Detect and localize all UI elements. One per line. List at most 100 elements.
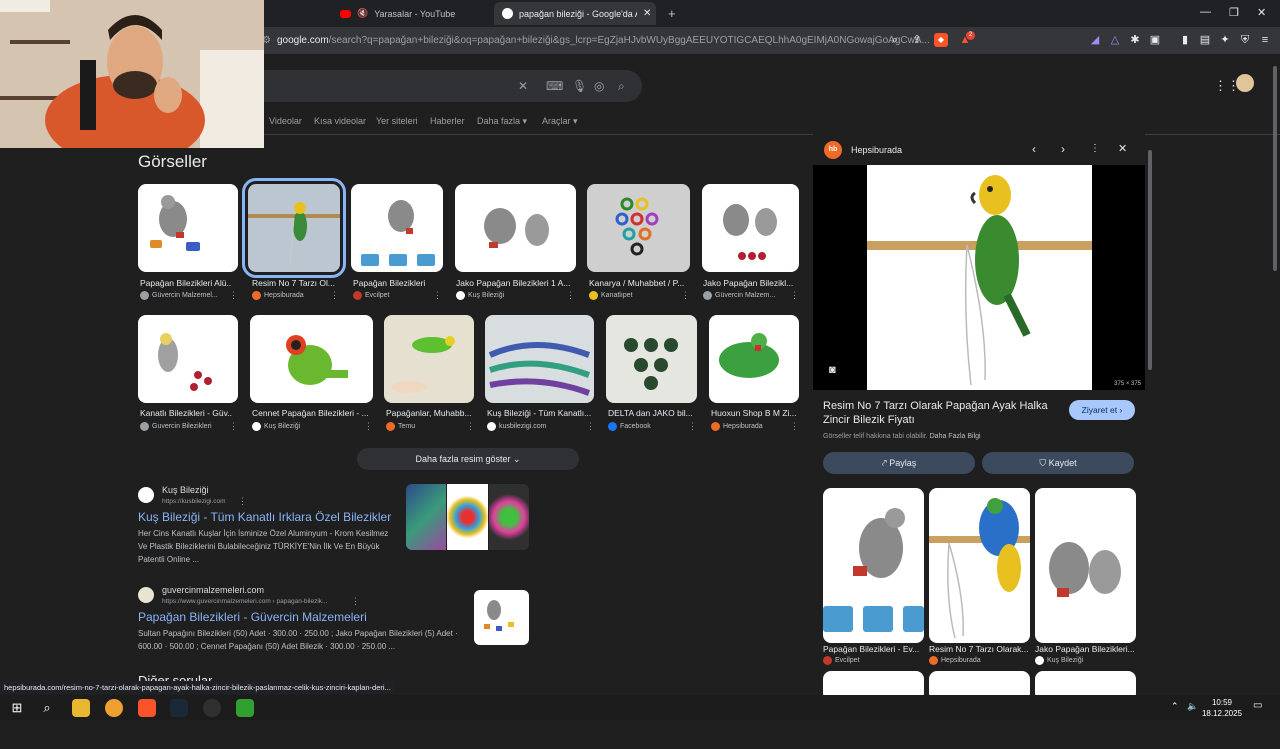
new-tab-button[interactable]: + [660, 2, 680, 25]
related-image-1[interactable] [823, 488, 924, 643]
image-thumb-8[interactable] [250, 315, 373, 403]
image-source[interactable]: Kanatlıpet [589, 291, 633, 300]
related-caption[interactable]: Papağan Bilezikleri - Ev... [823, 644, 921, 654]
more-options-icon[interactable]: ⋮ [330, 290, 339, 301]
more-options-icon[interactable]: ⋮ [681, 290, 690, 301]
vpn-icon[interactable]: ⛨ [1238, 33, 1252, 47]
close-window-icon[interactable]: ✕ [1257, 6, 1266, 19]
mute-icon[interactable]: 🔇 [357, 8, 368, 19]
clear-icon[interactable]: ✕ [518, 79, 528, 93]
result-url[interactable]: https://www.guvercinmalzemeleri.com › pa… [162, 598, 327, 605]
notification-icon[interactable]: ▭ [1253, 700, 1262, 711]
related-image-2[interactable] [929, 488, 1030, 643]
restore-icon[interactable]: ❐ [1229, 6, 1239, 19]
share-button[interactable]: ⤤ Paylaş [823, 452, 975, 474]
windows-start-icon[interactable]: ⊞ [8, 699, 26, 717]
tray-overflow-icon[interactable]: ⌃ [1171, 701, 1179, 712]
file-explorer-icon[interactable] [72, 699, 90, 717]
related-image-3[interactable] [1035, 488, 1136, 643]
address-bar[interactable]: ⚙ google.com/search?q=papağan+bileziği&o… [262, 31, 982, 50]
image-source[interactable]: kusbilezigi.com [487, 422, 546, 431]
learn-more-link[interactable]: Daha Fazla Bilgi [930, 433, 981, 440]
image-thumb-12[interactable] [709, 315, 799, 403]
close-panel-icon[interactable]: ✕ [1118, 142, 1127, 155]
image-source[interactable]: Kuş Bileziği [252, 422, 300, 431]
related-source[interactable]: Kuş Bileziği [1035, 656, 1083, 665]
image-source[interactable]: Temu [386, 422, 415, 431]
image-thumb-5[interactable] [587, 184, 690, 272]
image-thumb-2-selected[interactable] [242, 178, 346, 278]
image-caption[interactable]: Kuş Bileziği - Tüm Kanatlı... [487, 408, 591, 418]
result-title[interactable]: Papağan Bilezikleri - Güvercin Malzemele… [138, 610, 367, 624]
image-source[interactable]: Kuş Bileziği [456, 291, 504, 300]
wallet-triangle-icon[interactable]: △ [1108, 33, 1122, 47]
tab-more[interactable]: Daha fazla ▾ [477, 116, 527, 127]
image-caption[interactable]: Kanatlı Bilezikleri - Güv... [140, 408, 232, 418]
tab-news[interactable]: Haberler [430, 116, 465, 126]
panel-scroll-thumb[interactable] [1148, 150, 1152, 370]
obs-icon[interactable] [203, 699, 221, 717]
result-site-name[interactable]: Kuş Bileziği [162, 485, 209, 495]
more-options-icon[interactable]: ⋮ [688, 421, 697, 432]
image-caption[interactable]: Papağan Bilezikleri [353, 278, 441, 288]
more-options-icon[interactable]: ⋮ [586, 421, 595, 432]
related-source[interactable]: Evcilpet [823, 656, 860, 665]
image-thumb-1[interactable] [138, 184, 238, 272]
panel-scrollbar[interactable] [1146, 140, 1154, 695]
save-button[interactable]: ⛉ Kaydet [982, 452, 1134, 474]
image-thumb-11[interactable] [606, 315, 697, 403]
image-thumb-7[interactable] [138, 315, 238, 403]
more-options-icon[interactable]: ⋮ [364, 421, 373, 432]
panel-source[interactable]: Hepsiburada [851, 145, 902, 155]
next-icon[interactable]: › [1061, 142, 1065, 156]
preview-image[interactable]: ◙ 375 × 375 [813, 165, 1145, 390]
more-options-icon[interactable]: ⋮ [790, 290, 799, 301]
leo-ai-icon[interactable]: ◢ [1088, 33, 1102, 47]
menu-icon[interactable]: ≡ [1258, 33, 1272, 47]
image-source[interactable]: Hepsiburada [711, 422, 763, 431]
result-url[interactable]: https://kusbilezigi.com [162, 498, 226, 505]
more-options-icon[interactable]: ⋮ [351, 596, 360, 607]
image-thumb-4[interactable] [455, 184, 576, 272]
image-source[interactable]: Güvercin Malzem... [703, 291, 775, 300]
image-source[interactable]: Evcilpet [353, 291, 390, 300]
more-options-icon[interactable]: ⋮ [790, 421, 799, 432]
tab-google[interactable]: papağan bileziği - Google'da Ar ✕ [494, 2, 656, 25]
more-options-icon[interactable]: ⋮ [566, 290, 575, 301]
sidebar-icon[interactable]: ▮ [1178, 33, 1192, 47]
close-tab-icon[interactable]: ✕ [643, 8, 651, 19]
minimize-icon[interactable]: — [1200, 6, 1211, 18]
search-icon[interactable]: ⌕ [888, 33, 902, 47]
image-caption[interactable]: Cennet Papağan Bilezikleri - ... [252, 408, 368, 418]
tab-short-videos[interactable]: Kısa videolar [314, 116, 366, 126]
related-source[interactable]: Hepsiburada [929, 656, 981, 665]
media-player-icon[interactable] [236, 699, 254, 717]
image-source[interactable]: Guvercin Bilezikleri [140, 422, 212, 431]
tab-tools[interactable]: Araçlar ▾ [542, 116, 578, 127]
tab-youtube[interactable]: 🔇 Yarasalar - YouTube [332, 2, 492, 25]
image-caption[interactable]: Papağan Bilezikleri Alü... [140, 278, 232, 288]
microphone-icon[interactable]: 🎙 [572, 79, 587, 93]
search-submit-icon[interactable]: ⌕ [618, 79, 625, 94]
image-caption[interactable]: Huoxun Shop B M Zi... [711, 408, 797, 418]
page-scrollbar[interactable] [1270, 54, 1280, 695]
related-caption[interactable]: Resim No 7 Tarzı Olarak... [929, 644, 1029, 654]
share-icon[interactable]: ⇪ [910, 33, 924, 47]
more-options-icon[interactable]: ⋮ [238, 496, 247, 507]
image-thumb-6[interactable] [702, 184, 799, 272]
result-title[interactable]: Kuş Bileziği - Tüm Kanatlı Irklara Özel … [138, 510, 391, 524]
more-options-icon[interactable]: ⋮ [229, 421, 238, 432]
search-box[interactable]: ✕ ⌨ 🎙 ◎ ⌕ [264, 70, 642, 102]
avatar[interactable] [1236, 74, 1254, 92]
steam-icon[interactable] [170, 699, 188, 717]
image-caption[interactable]: Papağanlar, Muhabb... [386, 408, 472, 418]
image-source[interactable]: Güvercin Malzemel... [140, 291, 218, 300]
related-caption[interactable]: Jako Papağan Bilezikleri... [1035, 644, 1135, 654]
image-caption[interactable]: Jako Papağan Bilezikleri 1 A... [456, 278, 570, 288]
lens-search-icon[interactable]: ◙ [829, 364, 836, 376]
brave-shields-icon[interactable]: ◆ [934, 33, 948, 47]
search-icon[interactable]: ⌕ [38, 699, 56, 717]
more-options-icon[interactable]: ⋮ [433, 290, 442, 301]
image-thumb-10[interactable] [485, 315, 594, 403]
result-thumbnail[interactable] [474, 590, 529, 645]
